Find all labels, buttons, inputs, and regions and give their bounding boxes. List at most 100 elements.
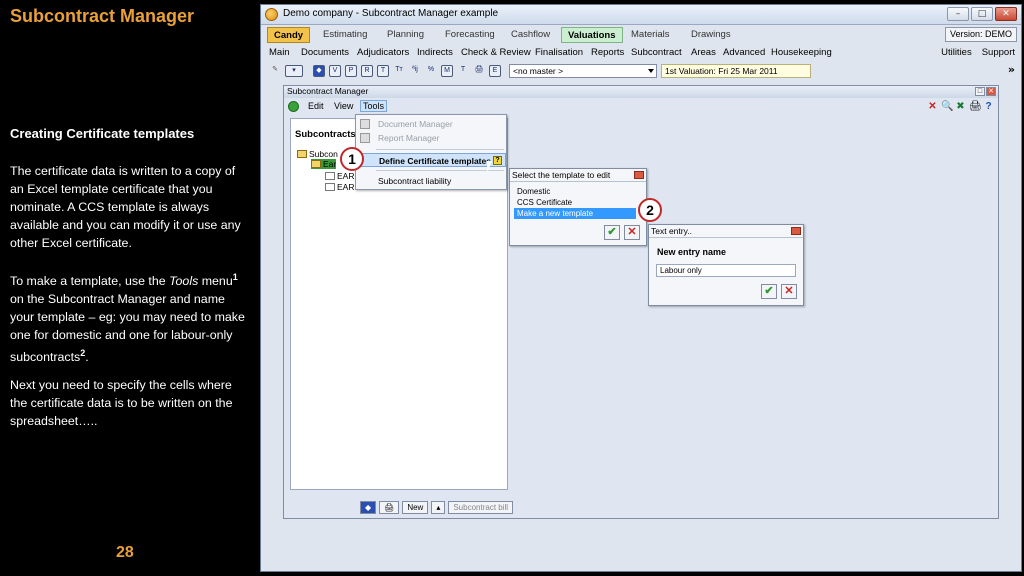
print-icon[interactable]: 🖨 [969, 101, 982, 112]
menu-reports[interactable]: Reports [591, 47, 624, 58]
hammer-icon[interactable]: T [457, 65, 469, 77]
template-option-domestic[interactable]: Domestic [514, 186, 636, 197]
master-select-value: <no master > [513, 66, 564, 76]
excel-icon[interactable]: ✖ [955, 101, 966, 112]
tree-node-label: EAR [337, 182, 355, 192]
p-icon[interactable]: P [345, 65, 357, 77]
tab-candy[interactable]: Candy [267, 27, 311, 43]
v-icon[interactable]: V [329, 65, 341, 77]
menu-item-document-manager[interactable]: Document Manager [356, 117, 506, 131]
binoculars-icon[interactable]: 🔍 [941, 101, 953, 112]
percent-icon[interactable]: % [425, 65, 437, 77]
template-option-new[interactable]: Make a new template [514, 208, 636, 219]
menu-item-subcontract-liability[interactable]: Subcontract liability [356, 174, 506, 188]
menu-check-review[interactable]: Check & Review [461, 47, 531, 58]
close-button[interactable]: ✕ [995, 7, 1017, 21]
ok-button[interactable]: ✔ [604, 225, 620, 240]
menu-view[interactable]: View [334, 101, 353, 111]
chevron-down-icon [648, 69, 654, 73]
template-popup-titlebar: Select the template to edit [510, 169, 646, 182]
valuation-field[interactable]: 1st Valuation: Fri 25 Mar 2011 [661, 64, 811, 78]
entry-name-input[interactable]: Labour only [656, 264, 796, 277]
tab-cashflow[interactable]: Cashflow [505, 27, 556, 43]
back-arrow-icon[interactable] [288, 101, 299, 112]
menu-subcontract[interactable]: Subcontract [631, 47, 682, 58]
para2-tools-word: Tools [169, 274, 199, 289]
layers-button[interactable]: ◆ [360, 500, 377, 514]
help-badge-icon[interactable]: ? [493, 156, 502, 165]
menu-adjudicators[interactable]: Adjudicators [357, 47, 409, 58]
tab-forecasting[interactable]: Forecasting [439, 27, 501, 43]
ok-button[interactable]: ✔ [761, 284, 777, 299]
child-restore-button[interactable]: □ [975, 87, 985, 96]
menu-finalisation[interactable]: Finalisation [535, 47, 583, 58]
tab-planning[interactable]: Planning [381, 27, 430, 43]
template-option-ccs[interactable]: CCS Certificate [514, 197, 636, 208]
menu-utilities[interactable]: Utilities [941, 47, 972, 58]
menu-edit[interactable]: Edit [308, 101, 324, 111]
menu-advanced[interactable]: Advanced [723, 47, 765, 58]
m-icon[interactable]: M [441, 65, 453, 77]
menu-item-report-manager[interactable]: Report Manager [356, 131, 506, 145]
new-dropdown-button[interactable]: ▴ [431, 500, 446, 514]
print-button[interactable]: 🖨 [379, 500, 400, 514]
text-tool-icon[interactable]: Tт [393, 65, 405, 77]
menu-item-label: Define Certificate templates [379, 156, 491, 166]
menu-indirects[interactable]: Indirects [417, 47, 453, 58]
menu-item-define-certificate-templates[interactable]: Define Certificate templates ? [356, 153, 506, 167]
slide-paragraph-3: Next you need to specify the cells where… [10, 378, 233, 428]
toolbar-overflow-icon[interactable]: » [1008, 63, 1015, 76]
child-close-button[interactable]: ✕ [986, 87, 996, 96]
tab-drawings[interactable]: Drawings [685, 27, 737, 43]
menu-areas[interactable]: Areas [691, 47, 716, 58]
t-icon[interactable]: T [377, 65, 389, 77]
maximize-button[interactable]: □ [971, 7, 993, 21]
menu-documents[interactable]: Documents [301, 47, 349, 58]
para2-text-d: . [85, 350, 89, 365]
child-toolbar-right: ✕ 🔍 ✖ 🖨 ? [927, 101, 994, 112]
tab-materials[interactable]: Materials [625, 27, 676, 43]
tab-valuations[interactable]: Valuations [561, 27, 623, 43]
template-popup-title: Select the template to edit [512, 170, 611, 180]
menu-item-label: Report Manager [378, 133, 440, 143]
page-number: 28 [116, 544, 134, 561]
wrench-icon[interactable]: ✎ [269, 65, 281, 77]
r-icon[interactable]: R [361, 65, 373, 77]
child-title: Subcontract Manager [287, 86, 369, 96]
menu-right-group: Utilities Support [941, 47, 1015, 58]
tree-node-subcontracts[interactable]: Subcon [297, 149, 338, 159]
slide-paragraph-2: To make a template, use the Tools menu1 … [10, 268, 250, 366]
para2-text-c: on the Subcontract Manager and name your… [10, 292, 245, 365]
folder-icon [297, 150, 307, 158]
app-window: Demo company - Subcontract Manager examp… [260, 4, 1022, 572]
e-icon[interactable]: E [489, 65, 501, 77]
menu-main[interactable]: Main [269, 47, 290, 58]
popup-close-button[interactable] [634, 171, 644, 179]
cancel-button[interactable]: ✕ [624, 225, 640, 240]
print-icon[interactable]: 🖨 [473, 65, 485, 77]
tree-node-ear-2[interactable]: EAR [325, 182, 354, 192]
para2-text-b: menu [198, 274, 233, 289]
popup-close-button[interactable] [791, 227, 801, 235]
help-icon[interactable]: ? [983, 101, 994, 112]
menu-tools[interactable]: Tools [360, 100, 388, 112]
version-button[interactable]: Version: DEMO [944, 27, 1017, 42]
menu-separator [376, 170, 504, 171]
folder-icon [311, 160, 321, 168]
cancel-button[interactable]: ✕ [781, 284, 797, 299]
tree-node-selected[interactable]: Ear [311, 159, 337, 169]
menu-support[interactable]: Support [982, 47, 1015, 58]
view-dropdown-icon[interactable]: ▾ [285, 65, 303, 77]
callout-2: 2 [638, 198, 662, 222]
layers-icon[interactable]: ◆ [313, 65, 325, 77]
minimize-button[interactable]: – [947, 7, 969, 21]
superscript-icon[interactable]: ªij [409, 65, 421, 77]
tree-node-ear-1[interactable]: EAR [325, 171, 354, 181]
tab-estimating[interactable]: Estimating [317, 27, 373, 43]
master-select[interactable]: <no master > [509, 64, 657, 78]
new-button[interactable]: New [402, 500, 429, 514]
subcontract-bill-button[interactable]: Subcontract bill [448, 500, 514, 514]
delete-icon[interactable]: ✕ [927, 101, 938, 112]
para2-text-a: To make a template, use the [10, 274, 170, 289]
menu-housekeeping[interactable]: Housekeeping [771, 47, 832, 58]
